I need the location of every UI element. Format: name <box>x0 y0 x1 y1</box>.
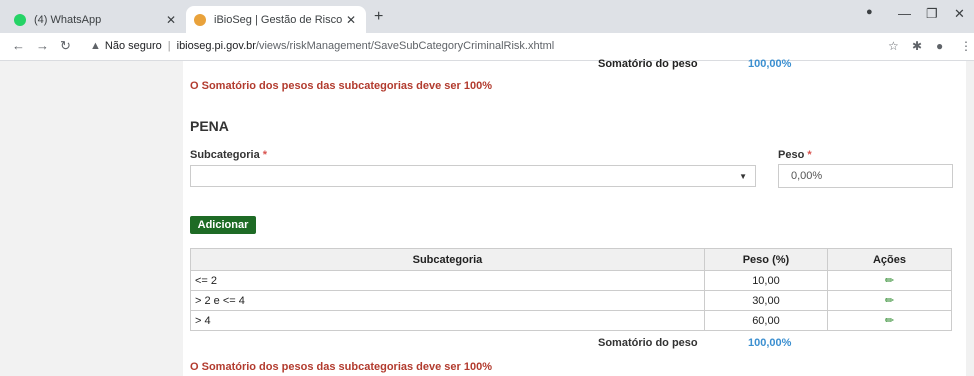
table-row: > 2 e <= 4 30,00 ✏ <box>190 290 953 311</box>
profile-icon[interactable]: ● <box>936 39 943 53</box>
edit-pencil-icon[interactable]: ✏ <box>885 295 894 307</box>
close-icon[interactable]: ✕ <box>164 13 178 27</box>
sum-value-top: 100,00% <box>748 58 792 70</box>
tab-ibioseg[interactable]: iBioSeg | Gestão de Risco ✕ <box>186 6 366 33</box>
url-host: ibioseg.pi.gov.br <box>176 40 256 52</box>
tab-title: (4) WhatsApp <box>34 13 102 26</box>
window-close-icon[interactable]: ✕ <box>954 6 965 22</box>
add-button[interactable]: Adicionar <box>190 216 256 234</box>
required-mark: * <box>807 149 812 161</box>
cell-actions: ✏ <box>826 290 953 311</box>
sum-label: Somatório do peso <box>598 337 698 349</box>
weight-label-text: Peso <box>778 149 805 161</box>
record-icon[interactable]: ● <box>866 6 873 18</box>
minimize-icon[interactable]: — <box>898 6 911 21</box>
scrollbar[interactable] <box>966 61 974 376</box>
whatsapp-icon <box>14 13 26 26</box>
edit-pencil-icon[interactable]: ✏ <box>885 315 894 327</box>
menu-icon[interactable]: ⋮ <box>960 39 972 53</box>
weight-label: Peso * <box>778 149 812 161</box>
error-message-top: O Somatório dos pesos das subcategorias … <box>190 80 493 92</box>
weight-input[interactable]: 0,00% <box>778 164 953 188</box>
warning-icon: ▲ <box>90 40 101 52</box>
subcategory-label: Subcategoria * <box>190 149 267 161</box>
cell-subcategory: <= 2 <box>190 270 705 291</box>
error-message-bottom: O Somatório dos pesos das subcategorias … <box>190 361 493 373</box>
subcategory-table: Subcategoria Peso (%) Ações <= 2 10,00 ✏… <box>190 248 953 331</box>
maximize-icon[interactable]: ❐ <box>926 6 938 22</box>
url-path: /views/riskManagement/SaveSubCategoryCri… <box>255 40 555 52</box>
star-icon[interactable]: ☆ <box>888 39 899 53</box>
ibioseg-icon <box>194 13 206 26</box>
edit-pencil-icon[interactable]: ✏ <box>885 275 894 287</box>
cell-subcategory: > 4 <box>190 310 705 331</box>
extensions-icon[interactable]: ✱ <box>912 39 922 53</box>
tab-whatsapp[interactable]: (4) WhatsApp ✕ <box>6 6 186 33</box>
cell-weight: 30,00 <box>703 290 828 311</box>
tab-title: iBioSeg | Gestão de Risco <box>214 13 343 26</box>
subcategory-label-text: Subcategoria <box>190 149 260 161</box>
reload-icon[interactable]: ↻ <box>60 38 71 54</box>
browser-toolbar: ← → ↻ ▲ Não seguro | ibioseg.pi.gov.br /… <box>0 33 974 61</box>
table-header-row: Subcategoria Peso (%) Ações <box>190 248 953 271</box>
header-actions: Ações <box>826 248 953 271</box>
table-row: > 4 60,00 ✏ <box>190 310 953 331</box>
table-row: <= 2 10,00 ✏ <box>190 270 953 291</box>
subcategory-select[interactable]: ▼ <box>190 165 756 187</box>
new-tab-icon[interactable]: + <box>374 8 383 26</box>
sum-label-top: Somatório do peso <box>598 58 698 70</box>
address-bar[interactable]: ▲ Não seguro | ibioseg.pi.gov.br /views/… <box>90 36 880 56</box>
chevron-down-icon: ▼ <box>739 172 747 181</box>
browser-tab-strip: (4) WhatsApp ✕ iBioSeg | Gestão de Risco… <box>0 0 974 33</box>
cell-subcategory: > 2 e <= 4 <box>190 290 705 311</box>
forward-icon[interactable]: → <box>36 38 49 53</box>
back-icon[interactable]: ← <box>12 38 25 53</box>
required-mark: * <box>262 149 268 161</box>
sum-value: 100,00% <box>748 337 792 349</box>
cell-actions: ✏ <box>826 310 953 331</box>
cell-weight: 10,00 <box>703 270 828 291</box>
header-subcategory[interactable]: Subcategoria <box>190 248 705 271</box>
divider: | <box>167 40 171 52</box>
cell-actions: ✏ <box>826 270 953 291</box>
close-icon[interactable]: ✕ <box>344 13 358 27</box>
section-title: PENA <box>190 118 229 134</box>
security-label: Não seguro <box>104 40 162 52</box>
cell-weight: 60,00 <box>703 310 828 331</box>
header-weight[interactable]: Peso (%) <box>703 248 828 271</box>
